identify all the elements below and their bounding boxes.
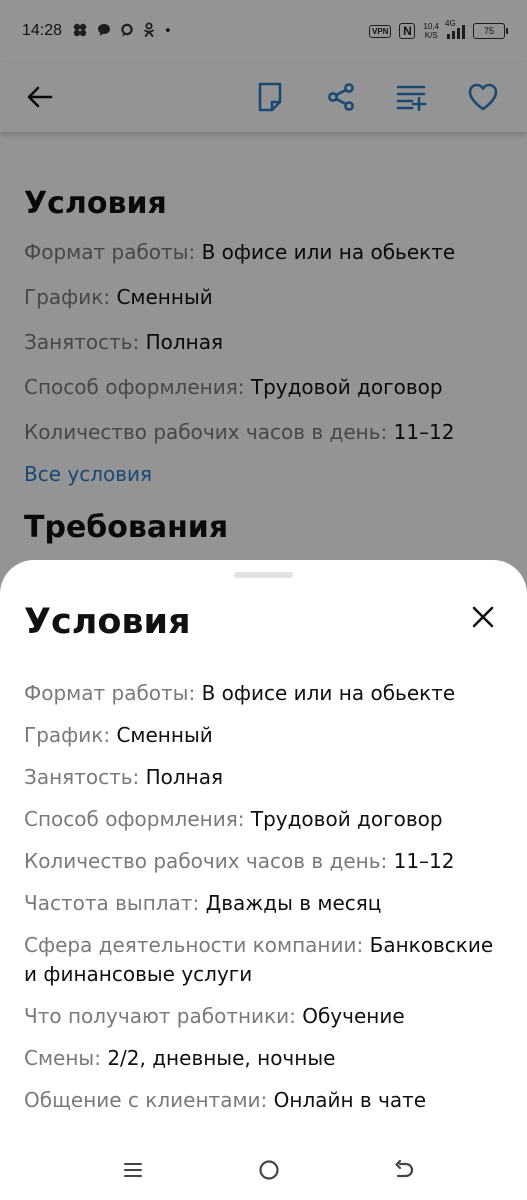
condition-value: Обучение: [302, 1004, 405, 1028]
condition-label: Сфера деятельности компании:: [24, 933, 364, 957]
list-item: Количество рабочих часов в день: 11–12: [24, 847, 506, 876]
condition-label: Формат работы:: [24, 681, 196, 705]
back-icon[interactable]: [391, 1157, 417, 1183]
sheet-drag-handle[interactable]: [234, 572, 293, 578]
system-nav-bar: [0, 1140, 527, 1200]
condition-value: В офисе или на обьекте: [201, 681, 456, 705]
condition-label: Частота выплат:: [24, 891, 200, 915]
condition-value: 2/2, дневные, ночные: [107, 1046, 336, 1070]
condition-value: Трудовой договор: [250, 807, 443, 831]
condition-value: Сменный: [116, 723, 213, 747]
condition-value: Онлайн в чате: [273, 1088, 427, 1112]
condition-label: Занятость:: [24, 765, 140, 789]
conditions-list: Формат работы: В офисе или на обьекте Гр…: [24, 679, 506, 1128]
close-icon[interactable]: [463, 597, 503, 637]
condition-value: Дважды в месяц: [205, 891, 382, 915]
screen: 14:28 • VPN N 10,4 K/S 4G 75 Условия Фор…: [0, 0, 527, 1200]
condition-label: Смены:: [24, 1046, 101, 1070]
condition-label: Количество рабочих часов в день:: [24, 849, 388, 873]
list-item: Способ оформления: Трудовой договор: [24, 805, 506, 834]
condition-value: 11–12: [393, 849, 455, 873]
conditions-bottom-sheet: Условия Формат работы: В офисе или на об…: [0, 560, 527, 1200]
list-item: Занятость: Полная: [24, 763, 506, 792]
sheet-title: Условия: [24, 602, 191, 642]
list-item: Общение с клиентами: Онлайн в чате: [24, 1086, 506, 1115]
list-item: Смены: 2/2, дневные, ночные: [24, 1044, 506, 1073]
condition-label: Способ оформления:: [24, 807, 245, 831]
list-item: Сфера деятельности компании: Банковские …: [24, 931, 506, 989]
list-item: Формат работы: В офисе или на обьекте: [24, 679, 506, 708]
list-item: Частота выплат: Дважды в месяц: [24, 889, 506, 918]
list-item: Что получают работники: Обучение: [24, 1002, 506, 1031]
menu-icon[interactable]: [120, 1157, 146, 1183]
condition-label: График:: [24, 723, 111, 747]
condition-label: Общение с клиентами:: [24, 1088, 268, 1112]
condition-value: Полная: [145, 765, 224, 789]
home-icon[interactable]: [256, 1157, 282, 1183]
condition-label: Что получают работники:: [24, 1004, 296, 1028]
list-item: График: Сменный: [24, 721, 506, 750]
